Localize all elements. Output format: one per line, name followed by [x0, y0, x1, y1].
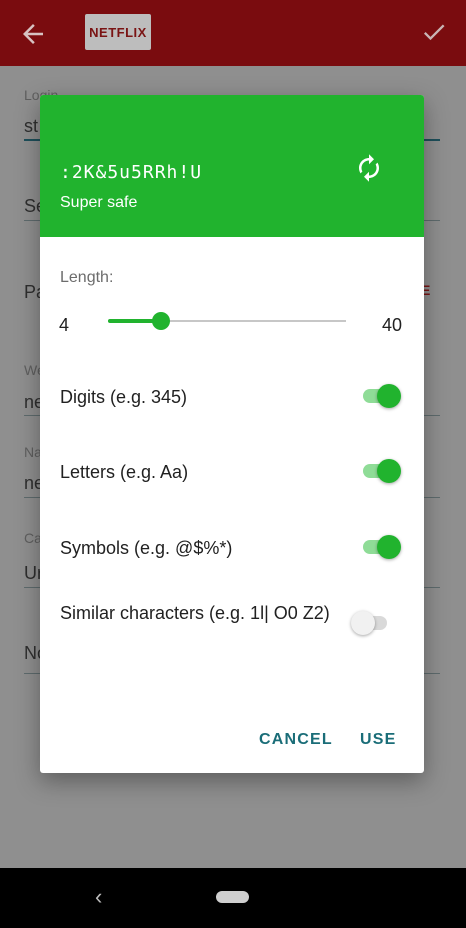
- length-min: 4: [59, 315, 70, 335]
- nav-back-icon[interactable]: ‹: [95, 884, 102, 910]
- toggle-thumb: [377, 384, 401, 408]
- logo-text: NETFLIX: [89, 24, 147, 40]
- password-generator-dialog: :2K&5u5RRh!U Super safe Length: 4 40 Dig…: [40, 95, 424, 773]
- symbols-toggle[interactable]: [361, 534, 401, 560]
- letters-toggle[interactable]: [361, 458, 401, 484]
- app-logo: NETFLIX: [85, 14, 151, 50]
- cancel-button[interactable]: CANCEL: [259, 731, 333, 749]
- toggle-thumb: [351, 611, 375, 635]
- refresh-icon[interactable]: [354, 153, 384, 183]
- check-icon[interactable]: [420, 18, 448, 52]
- use-button[interactable]: USE: [360, 731, 397, 749]
- strength-label: Super safe: [60, 194, 138, 211]
- dialog-header: :2K&5u5RRh!U Super safe: [40, 95, 424, 237]
- toggle-thumb: [377, 535, 401, 559]
- nav-home-icon[interactable]: [216, 891, 249, 903]
- digits-toggle[interactable]: [361, 383, 401, 409]
- slider-thumb[interactable]: [152, 312, 170, 330]
- letters-option-label: Letters (e.g. Aa): [60, 462, 189, 482]
- app-bar: NETFLIX: [0, 0, 466, 66]
- similar-characters-toggle[interactable]: [351, 610, 391, 636]
- login-value[interactable]: st: [24, 116, 38, 137]
- digits-option-label: Digits (e.g. 345): [60, 387, 188, 407]
- similar-characters-option-label: Similar characters (e.g. 1l| O0 Z2): [60, 603, 330, 623]
- length-slider[interactable]: [108, 311, 346, 331]
- length-label: Length:: [60, 269, 114, 286]
- length-max: 40: [382, 315, 403, 335]
- symbols-option-label: Symbols (e.g. @$%*): [60, 538, 233, 558]
- toggle-thumb: [377, 459, 401, 483]
- arrow-left-icon[interactable]: [18, 19, 48, 49]
- generated-password: :2K&5u5RRh!U: [60, 162, 203, 183]
